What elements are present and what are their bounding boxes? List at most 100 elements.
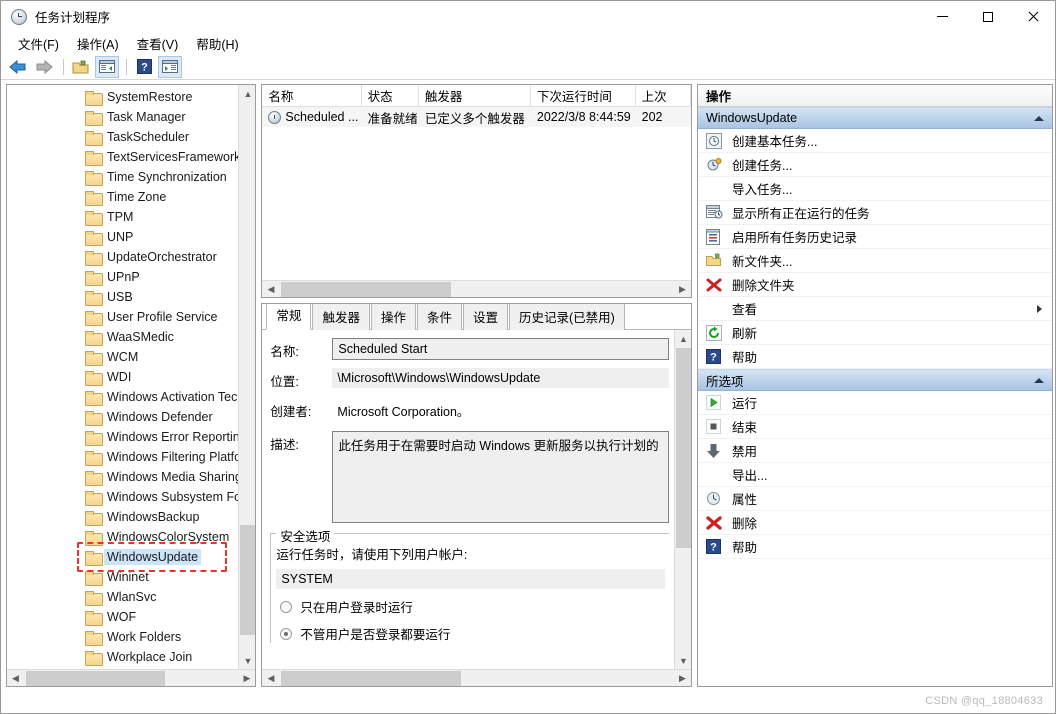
tree-item-windows-defender[interactable]: Windows Defender xyxy=(7,407,238,427)
tab-5[interactable]: 历史记录(已禁用) xyxy=(509,303,625,330)
action-item-0-9[interactable]: ?帮助 xyxy=(698,345,1052,369)
tab-0[interactable]: 常规 xyxy=(266,303,311,330)
tab-1[interactable]: 触发器 xyxy=(312,303,370,330)
task-list-horizontal-scrollbar[interactable]: ◀ ▶ xyxy=(262,280,691,297)
scroll-left-icon[interactable]: ◀ xyxy=(262,281,279,298)
action-item-0-7[interactable]: 查看 xyxy=(698,297,1052,321)
tree-item-time-zone[interactable]: Time Zone xyxy=(7,187,238,207)
detail-vertical-scrollbar[interactable]: ▲ ▼ xyxy=(674,330,691,669)
field-description-value[interactable]: 此任务用于在需要时启动 Windows 更新服务以执行计划的 xyxy=(332,431,669,523)
show-console-tree-icon[interactable] xyxy=(95,56,119,78)
show-action-pane-icon[interactable] xyxy=(158,56,182,78)
scroll-down-icon[interactable]: ▼ xyxy=(675,652,691,669)
tab-4[interactable]: 设置 xyxy=(463,303,508,330)
action-item-0-2[interactable]: 导入任务... xyxy=(698,177,1052,201)
action-item-1-0[interactable]: 运行 xyxy=(698,391,1052,415)
tree-item-tpm[interactable]: TPM xyxy=(7,207,238,227)
back-arrow-icon[interactable] xyxy=(6,56,30,78)
tree-item-work-folders[interactable]: Work Folders xyxy=(7,627,238,647)
tree-item-textservicesframework[interactable]: TextServicesFramework xyxy=(7,147,238,167)
tree-item-windows-media-sharing[interactable]: Windows Media Sharing xyxy=(7,467,238,487)
tree-item-wof[interactable]: WOF xyxy=(7,607,238,627)
tree-item-upnp[interactable]: UPnP xyxy=(7,267,238,287)
action-item-1-4[interactable]: 属性 xyxy=(698,487,1052,511)
tree-item-systemrestore[interactable]: SystemRestore xyxy=(7,87,238,107)
field-name-value[interactable]: Scheduled Start xyxy=(332,338,669,360)
scroll-right-icon[interactable]: ▶ xyxy=(674,670,691,687)
column-header[interactable]: 状态 xyxy=(362,85,419,106)
tree-item-time-synchronization[interactable]: Time Synchronization xyxy=(7,167,238,187)
action-item-0-4[interactable]: 启用所有任务历史记录 xyxy=(698,225,1052,249)
chevron-up-icon[interactable] xyxy=(1034,378,1044,383)
tree-item-usb[interactable]: USB xyxy=(7,287,238,307)
task-row[interactable]: Scheduled ...准备就绪已定义多个触发器2022/3/8 8:44:5… xyxy=(262,107,691,127)
action-item-0-8[interactable]: 刷新 xyxy=(698,321,1052,345)
minimize-button[interactable] xyxy=(920,1,965,32)
tree-item-updateorchestrator[interactable]: UpdateOrchestrator xyxy=(7,247,238,267)
tree-item-windows-filtering-platform[interactable]: Windows Filtering Platform xyxy=(7,447,238,467)
tree-item-waasmedic[interactable]: WaaSMedic xyxy=(7,327,238,347)
tree-horizontal-scrollbar[interactable]: ◀ ▶ xyxy=(7,669,255,686)
scroll-left-icon[interactable]: ◀ xyxy=(7,670,24,687)
column-header[interactable]: 名称 xyxy=(262,85,361,106)
scroll-left-icon[interactable]: ◀ xyxy=(262,670,279,687)
forward-arrow-icon[interactable] xyxy=(32,56,56,78)
scroll-down-icon[interactable]: ▼ xyxy=(239,652,255,669)
column-header[interactable]: 上次 xyxy=(636,85,691,106)
column-header[interactable]: 下次运行时间 xyxy=(531,85,636,106)
menu-view[interactable]: 查看(V) xyxy=(128,32,188,55)
chevron-up-icon[interactable] xyxy=(1034,116,1044,121)
tree-item-windows-error-reporting[interactable]: Windows Error Reporting xyxy=(7,427,238,447)
radio-run-whether-or-not-logged-on[interactable]: 不管用户是否登录都要运行 xyxy=(276,624,665,643)
tree-item-windowscolorsystem[interactable]: WindowsColorSystem xyxy=(7,527,238,547)
detail-hscroll-thumb[interactable] xyxy=(281,671,461,686)
tree-item-user-profile-service[interactable]: User Profile Service xyxy=(7,307,238,327)
tree-hscroll-thumb[interactable] xyxy=(26,671,165,686)
menu-help[interactable]: 帮助(H) xyxy=(187,32,247,55)
up-folder-icon[interactable] xyxy=(69,56,93,78)
help-icon[interactable]: ? xyxy=(132,56,156,78)
scroll-right-icon[interactable]: ▶ xyxy=(674,281,691,298)
action-item-1-1[interactable]: 结束 xyxy=(698,415,1052,439)
tree-item-task-manager[interactable]: Task Manager xyxy=(7,107,238,127)
action-item-1-6[interactable]: ?帮助 xyxy=(698,535,1052,559)
tree-vertical-scrollbar[interactable]: ▲ ▼ xyxy=(238,85,255,669)
tree-item-taskscheduler[interactable]: TaskScheduler xyxy=(7,127,238,147)
actions-section-header-1[interactable]: 所选项 xyxy=(698,369,1052,391)
detail-horizontal-scrollbar[interactable]: ◀ ▶ xyxy=(262,669,691,686)
action-item-0-1[interactable]: 创建任务... xyxy=(698,153,1052,177)
detail-scroll-thumb[interactable] xyxy=(676,348,691,548)
action-item-0-6[interactable]: 删除文件夹 xyxy=(698,273,1052,297)
tree-item-windowsupdate[interactable]: WindowsUpdate xyxy=(7,547,238,567)
action-item-0-5[interactable]: 新文件夹... xyxy=(698,249,1052,273)
tree-item-unp[interactable]: UNP xyxy=(7,227,238,247)
radio-run-only-when-logged-on[interactable]: 只在用户登录时运行 xyxy=(276,597,665,616)
scroll-up-icon[interactable]: ▲ xyxy=(675,330,691,347)
tree-item-windowsbackup[interactable]: WindowsBackup xyxy=(7,507,238,527)
tab-3[interactable]: 条件 xyxy=(417,303,462,330)
tree-item-windows-activation-technologies[interactable]: Windows Activation Technologies xyxy=(7,387,238,407)
maximize-button[interactable] xyxy=(965,1,1010,32)
tree-item-windows-subsystem-for-linux[interactable]: Windows Subsystem For Linux xyxy=(7,487,238,507)
scroll-right-icon[interactable]: ▶ xyxy=(238,670,255,687)
tree-item-wcm[interactable]: WCM xyxy=(7,347,238,367)
tree-scroll-thumb[interactable] xyxy=(240,525,255,635)
task-list-hscroll-thumb[interactable] xyxy=(281,282,451,297)
action-item-1-5[interactable]: 删除 xyxy=(698,511,1052,535)
column-header[interactable]: 触发器 xyxy=(419,85,531,106)
tree-item-wdi[interactable]: WDI xyxy=(7,367,238,387)
actions-section-header-0[interactable]: WindowsUpdate xyxy=(698,107,1052,129)
tree-item-wlansvc[interactable]: WlanSvc xyxy=(7,587,238,607)
action-item-1-3[interactable]: 导出... xyxy=(698,463,1052,487)
tree-item-wininet[interactable]: Wininet xyxy=(7,567,238,587)
scroll-up-icon[interactable]: ▲ xyxy=(239,85,255,102)
menu-action[interactable]: 操作(A) xyxy=(68,32,128,55)
action-item-1-2[interactable]: 禁用 xyxy=(698,439,1052,463)
action-item-0-0[interactable]: 创建基本任务... xyxy=(698,129,1052,153)
tab-2[interactable]: 操作 xyxy=(371,303,416,330)
radio-icon-logged-on xyxy=(280,601,292,613)
menu-file[interactable]: 文件(F) xyxy=(9,32,68,55)
close-button[interactable] xyxy=(1010,1,1055,32)
action-item-0-3[interactable]: 显示所有正在运行的任务 xyxy=(698,201,1052,225)
tree-item-workplace-join[interactable]: Workplace Join xyxy=(7,647,238,667)
